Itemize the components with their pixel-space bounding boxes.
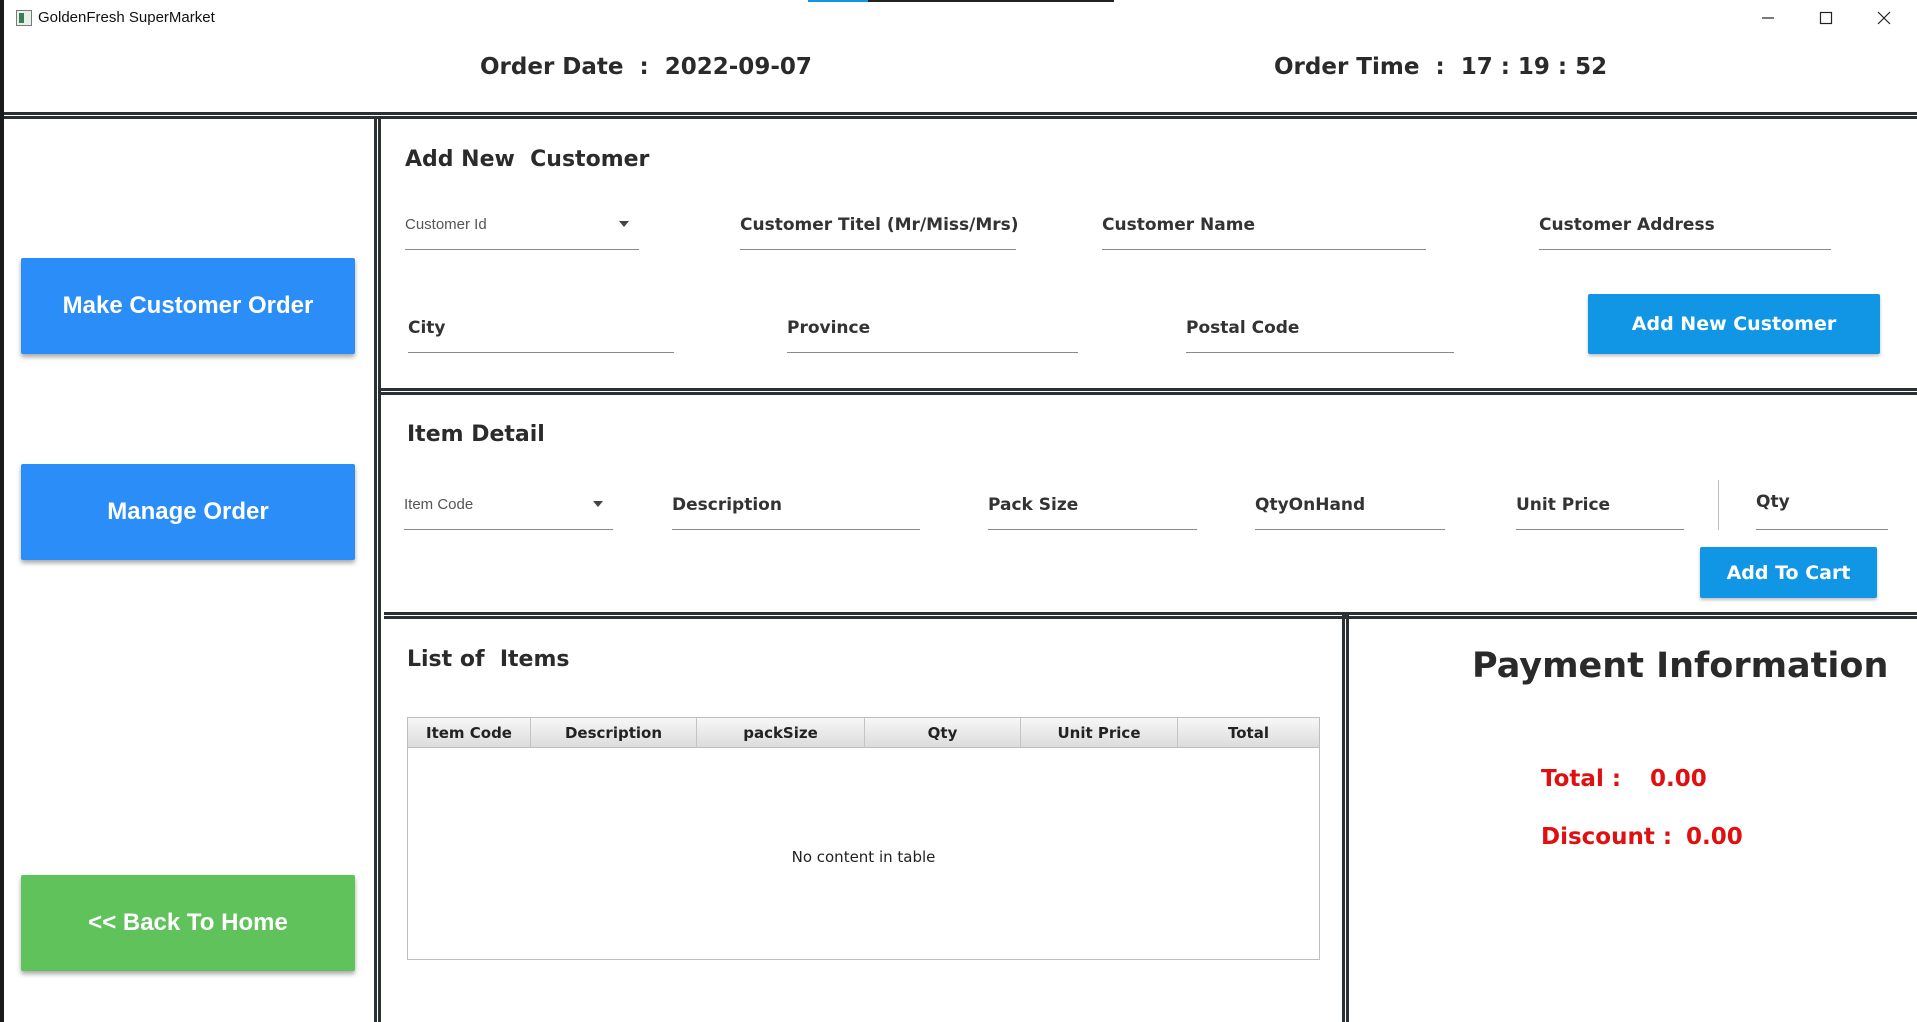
description-field[interactable]: Description [672, 480, 920, 530]
column-header-pack-size[interactable]: packSize [697, 718, 865, 747]
province-label: Province [787, 318, 871, 338]
qty-divider [1718, 480, 1719, 530]
minimize-icon [1762, 17, 1774, 19]
app-icon [16, 10, 32, 26]
item-divider-inner [384, 615, 1917, 616]
order-time: Order Time : 17 : 19 : 52 [1274, 54, 1607, 80]
qty-field[interactable]: Qty [1756, 476, 1888, 530]
column-header-total[interactable]: Total [1178, 718, 1319, 747]
customer-name-label: Customer Name [1102, 215, 1255, 235]
unit-price-label: Unit Price [1516, 495, 1611, 515]
discount-value: 0.00 [1686, 824, 1743, 850]
postal-code-field[interactable]: Postal Code [1186, 303, 1454, 353]
maximize-button[interactable] [1797, 0, 1855, 36]
list-of-items-title: List of Items [407, 647, 570, 672]
table-empty-message: No content in table [791, 848, 936, 866]
unit-price-field[interactable]: Unit Price [1516, 480, 1684, 530]
items-table[interactable]: Item Code Description packSize Qty Unit … [407, 717, 1320, 960]
close-button[interactable] [1855, 0, 1913, 36]
order-time-value: 17 : 19 : 52 [1460, 54, 1608, 80]
customer-address-label: Customer Address [1539, 215, 1715, 235]
app-window: GoldenFresh SuperMarket Order Date : 202… [4, 0, 1917, 1022]
title-accent [808, 0, 868, 2]
pack-size-field[interactable]: Pack Size [988, 480, 1197, 530]
column-header-qty[interactable]: Qty [865, 718, 1021, 747]
maximize-icon [1819, 11, 1833, 25]
item-detail-title: Item Detail [407, 422, 545, 447]
customer-name-field[interactable]: Customer Name [1102, 200, 1426, 250]
back-to-home-button[interactable]: << Back To Home [21, 875, 355, 971]
customer-title-field[interactable]: Customer Titel (Mr/Miss/Mrs) [740, 200, 1019, 250]
total-value: 0.00 [1650, 766, 1707, 792]
window-title: GoldenFresh SuperMarket [38, 9, 215, 26]
order-time-label: Order Time : [1274, 54, 1461, 80]
item-code-combo[interactable]: Item Code [404, 480, 613, 530]
payment-divider-inner [1345, 619, 1346, 1022]
pack-size-label: Pack Size [988, 495, 1079, 515]
add-customer-title: Add New Customer [405, 147, 650, 172]
order-date: Order Date : 2022-09-07 [480, 54, 812, 80]
discount-label: Discount : [1541, 824, 1673, 850]
chevron-down-icon [593, 501, 603, 507]
add-new-customer-button[interactable]: Add New Customer [1588, 294, 1880, 354]
item-code-label: Item Code [404, 496, 474, 513]
payment-info-title: Payment Information [1472, 646, 1889, 686]
customer-divider-inner [381, 391, 1917, 392]
title-accent-dark [868, 0, 1114, 2]
sidebar-divider-inner [377, 119, 378, 1022]
total-label: Total : [1541, 766, 1622, 792]
column-header-description[interactable]: Description [531, 718, 697, 747]
table-header: Item Code Description packSize Qty Unit … [408, 718, 1319, 748]
city-label: City [408, 318, 446, 338]
description-label: Description [672, 495, 782, 515]
qty-on-hand-label: QtyOnHand [1255, 495, 1366, 515]
header-divider-inner [4, 115, 1917, 116]
customer-address-field[interactable]: Customer Address [1539, 200, 1831, 250]
make-customer-order-button[interactable]: Make Customer Order [21, 258, 355, 354]
order-date-label: Order Date : [480, 54, 665, 80]
minimize-button[interactable] [1739, 0, 1797, 36]
postal-code-label: Postal Code [1186, 318, 1300, 338]
order-date-value: 2022-09-07 [664, 54, 812, 80]
column-header-item-code[interactable]: Item Code [408, 718, 531, 747]
add-to-cart-button[interactable]: Add To Cart [1700, 547, 1877, 598]
qty-on-hand-field[interactable]: QtyOnHand [1255, 480, 1445, 530]
close-icon [1877, 11, 1891, 25]
chevron-down-icon [619, 221, 629, 227]
customer-id-combo[interactable]: Customer Id [405, 200, 639, 250]
province-field[interactable]: Province [787, 303, 1078, 353]
manage-order-button[interactable]: Manage Order [21, 464, 355, 560]
city-field[interactable]: City [408, 303, 674, 353]
customer-title-label: Customer Titel (Mr/Miss/Mrs) [740, 215, 1019, 235]
qty-label: Qty [1756, 492, 1790, 512]
customer-id-label: Customer Id [405, 216, 487, 233]
column-header-unit-price[interactable]: Unit Price [1021, 718, 1178, 747]
